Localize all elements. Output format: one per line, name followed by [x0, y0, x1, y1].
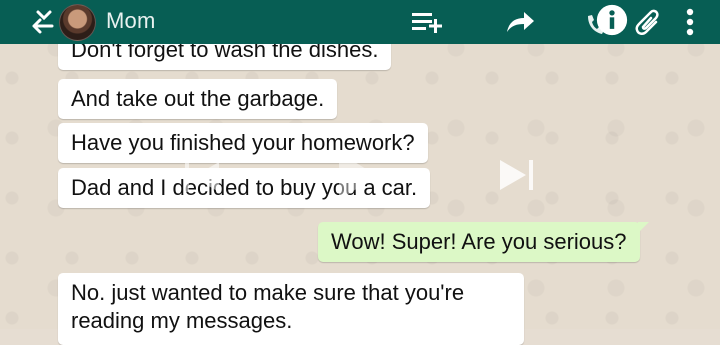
message-text: Wow! Super! Are you serious?: [331, 229, 627, 254]
attach-icon[interactable]: [634, 6, 664, 38]
back-arrow-icon[interactable]: [30, 8, 58, 36]
contact-name[interactable]: Mom: [106, 8, 156, 34]
more-options-icon[interactable]: [676, 6, 704, 38]
bubble-tail: [58, 273, 60, 284]
message-text: And take out the garbage.: [71, 86, 325, 111]
play-icon[interactable]: [335, 150, 379, 202]
forward-icon[interactable]: [503, 6, 537, 38]
bubble-tail: [637, 222, 649, 233]
add-to-list-icon[interactable]: [410, 6, 444, 38]
message-outgoing[interactable]: Wow! Super! Are you serious?: [318, 222, 649, 262]
info-icon[interactable]: [594, 4, 630, 36]
message-incoming[interactable]: No. just wanted to make sure that you're…: [58, 273, 524, 345]
avatar[interactable]: [59, 4, 96, 41]
next-icon[interactable]: [498, 157, 538, 193]
previous-icon[interactable]: [183, 160, 223, 194]
message-text: No. just wanted to make sure that you're…: [71, 280, 465, 333]
message-incoming[interactable]: And take out the garbage.: [58, 79, 338, 119]
chat-header: Mom: [0, 0, 720, 44]
